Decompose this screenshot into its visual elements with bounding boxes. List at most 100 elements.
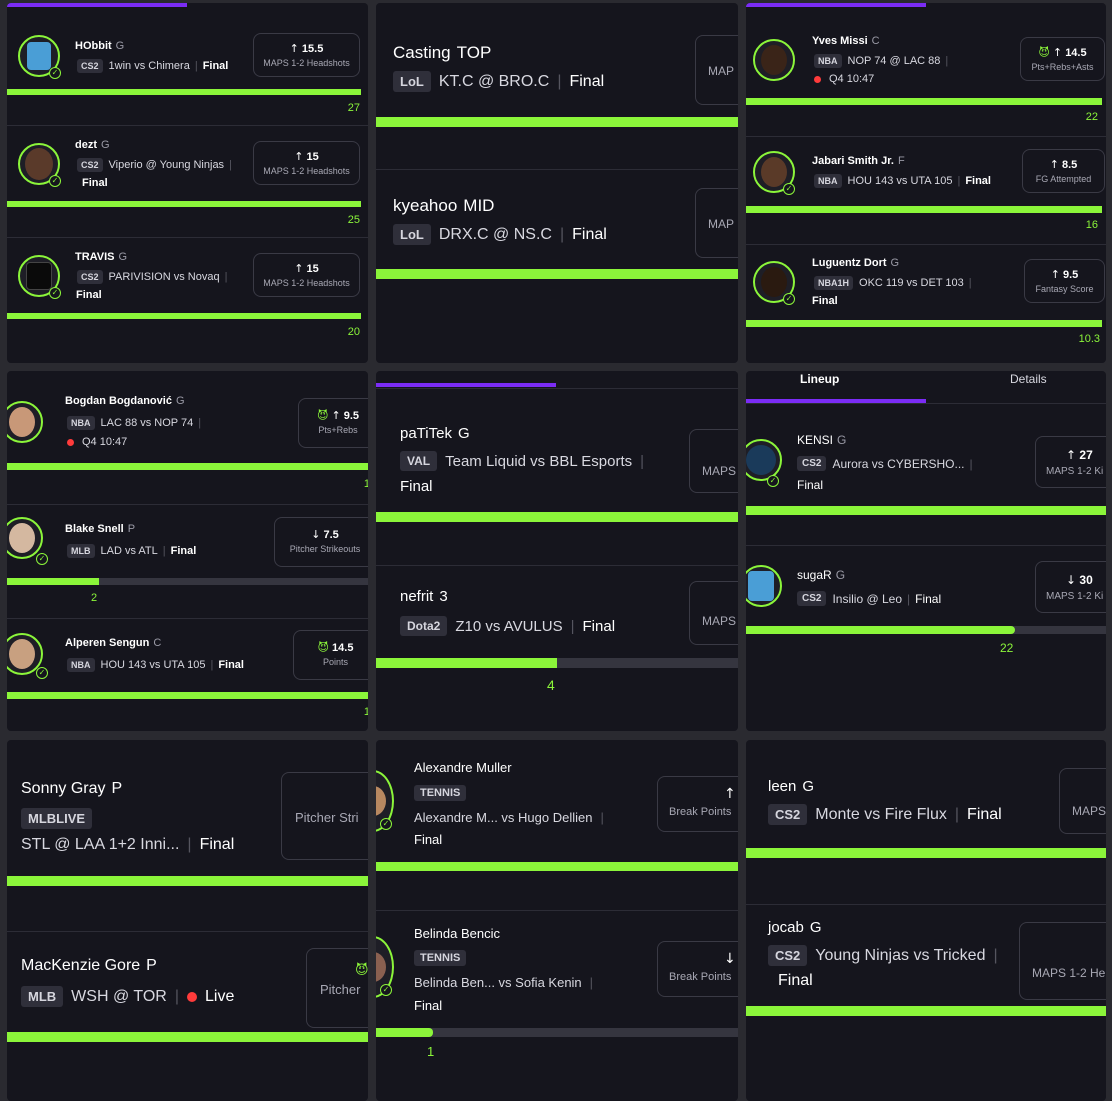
progress-tab-indicator [746, 3, 926, 7]
player-name: Bogdan Bogdanović G [65, 395, 185, 407]
check-icon: ✓ [783, 183, 795, 195]
progress-bar [746, 626, 1015, 634]
avatar [7, 401, 43, 443]
check-icon: ✓ [36, 667, 48, 679]
player-name: Belinda Bencic [414, 926, 500, 941]
status-text: Final [797, 478, 824, 492]
lineup-panel: Lineup Details ✓ KENSI G CS2 Aurora vs CYB… [746, 371, 1106, 731]
player-name: Casting TOP [393, 43, 492, 62]
player-name: Sonny Gray P [21, 780, 123, 797]
match-info: Alexandre M... vs Hugo Dellien | [414, 810, 604, 825]
pick-card-mlb: Sonny Gray P MLBLIVE STL @ LAA 1+2 Inni..… [7, 740, 368, 1101]
stat-line-button[interactable]: ↓ Break Points [657, 941, 738, 997]
stat-line-button[interactable]: ↑ 15.5 MAPS 1-2 Headshots [253, 33, 360, 77]
match-info: NBA NOP 74 @ LAC 88 | [814, 54, 953, 68]
progress-bar [7, 692, 368, 699]
progress-bar [7, 201, 361, 207]
stat-line-button[interactable]: ↑ 15 MAPS 1-2 Headshots [253, 253, 360, 297]
arrow-down-icon: ↓ [311, 528, 321, 541]
stat-line-button[interactable]: 😈 ↑ 14.5 Pts+Rebs+Asts [1020, 37, 1105, 81]
match-info: NBA LAC 88 vs NOP 74 | [67, 416, 206, 430]
progress-bar [746, 848, 1106, 858]
result-value: 1 [427, 1044, 435, 1059]
player-name: MacKenzie Gore P [21, 957, 157, 974]
stat-line-button[interactable]: ↓ 7.5 Pitcher Strikeouts [274, 517, 368, 567]
stat-line-button[interactable]: MAPS 1-2 He [1019, 922, 1106, 1000]
result-value: 1 [363, 706, 368, 718]
stat-line-button[interactable]: 😈 14.5 Points [293, 630, 368, 680]
match-info: CS2 Monte vs Fire Flux | Final [768, 804, 1002, 825]
check-icon: ✓ [380, 818, 392, 830]
avatar [746, 439, 782, 481]
stat-line-button[interactable]: MAPS [689, 429, 738, 493]
demon-icon: 😈 [317, 641, 329, 654]
demon-icon: 😈 [1038, 46, 1050, 59]
result-value: 16 [1085, 219, 1098, 231]
arrow-down-icon: ↓ [1066, 573, 1077, 587]
player-name: nefrit 3 [400, 588, 448, 605]
stat-line-button[interactable]: 😈 ↑ 9.5 Pts+Rebs [298, 398, 368, 448]
progress-bar [376, 862, 738, 871]
result-value: 4 [547, 677, 555, 693]
match-info: VAL Team Liquid vs BBL Esports | [400, 451, 652, 471]
arrow-up-icon: ↑ [1066, 448, 1077, 462]
stat-line-button[interactable]: MAPS [689, 581, 738, 645]
status-text: Final [400, 478, 433, 495]
progress-bar [376, 269, 738, 279]
status-text: Final [778, 972, 813, 989]
pick-card-nba: Yves Missi C NBA NOP 74 @ LAC 88 | Q4 10:47… [746, 3, 1106, 363]
demon-icon: 😈 [355, 963, 368, 978]
status-text: Final [82, 177, 108, 189]
stat-line-button[interactable]: ↑ 9.5 Fantasy Score [1024, 259, 1105, 303]
check-icon: ✓ [36, 553, 48, 565]
stat-line-button[interactable]: ↑ 15 MAPS 1-2 Headshots [253, 141, 360, 185]
match-info: NBA HOU 143 vs UTA 105 | Final [67, 658, 244, 672]
stat-line-button[interactable]: 😈 Pitcher [306, 948, 368, 1028]
game-clock: Q4 10:47 [814, 73, 874, 85]
progress-bar [376, 1028, 433, 1037]
player-name: jocab G [768, 919, 822, 936]
arrow-down-icon: ↓ [724, 951, 736, 967]
demon-icon: 😈 [316, 409, 329, 422]
stat-line-button[interactable]: ↑ 27 MAPS 1-2 Ki [1035, 436, 1106, 488]
player-name: HObbit G [75, 40, 125, 52]
stat-line-button[interactable]: ↑ 8.5 FG Attempted [1022, 149, 1105, 193]
progress-bar [7, 1032, 368, 1042]
progress-bar [746, 206, 1102, 213]
match-info: LoL KT.C @ BRO.C | Final [393, 71, 604, 92]
player-name: dezt G [75, 139, 110, 151]
match-info: MLB LAD vs ATL | Final [67, 544, 196, 558]
match-info: CS2 Insilio @ Leo | Final [797, 591, 941, 606]
stat-line-button[interactable]: MAPS [1059, 768, 1106, 834]
tab-details[interactable]: Details [1010, 372, 1047, 386]
progress-bar [746, 320, 1102, 327]
check-icon: ✓ [49, 175, 61, 187]
stat-line-button[interactable]: MAP [695, 188, 738, 258]
status-text: Final [812, 295, 838, 307]
result-value: 2 [91, 592, 98, 604]
stat-line-button[interactable]: ↑ Break Points [657, 776, 738, 832]
progress-bar [7, 578, 99, 585]
match-info: CS2 Young Ninjas vs Tricked | [768, 945, 1006, 966]
match-info: NBA HOU 143 vs UTA 105 | Final [814, 174, 991, 188]
pick-card-cs2-right: leen G CS2 Monte vs Fire Flux | Final MAPS j… [746, 740, 1106, 1101]
match-info: CS2 PARIVISION vs Novaq | [77, 270, 232, 284]
stat-line-button[interactable]: ↓ 30 MAPS 1-2 Ki [1035, 561, 1106, 613]
result-value: 10.3 [1078, 333, 1100, 345]
result-value: 27 [347, 102, 360, 114]
stat-line-button[interactable]: MAP [695, 35, 738, 105]
stat-line-button[interactable]: Pitcher Stri [281, 772, 368, 860]
match-info: CS2 Viperio @ Young Ninjas | [77, 158, 237, 172]
player-name: Alperen Sengun C [65, 637, 162, 649]
match-info: MLB WSH @ TOR | Live [21, 986, 234, 1007]
arrow-up-icon: ↑ [1049, 158, 1059, 171]
progress-bar [376, 658, 557, 668]
tab-lineup[interactable]: Lineup [800, 372, 839, 386]
check-icon: ✓ [783, 293, 795, 305]
player-name: TRAVIS G [75, 251, 128, 263]
player-name: Luguentz Dort G [812, 257, 900, 269]
progress-bar [746, 1006, 1106, 1016]
progress-bar [376, 512, 738, 522]
live-indicator-icon [814, 75, 821, 83]
match-info: STL @ LAA 1+2 Inni... | Final [21, 836, 235, 853]
